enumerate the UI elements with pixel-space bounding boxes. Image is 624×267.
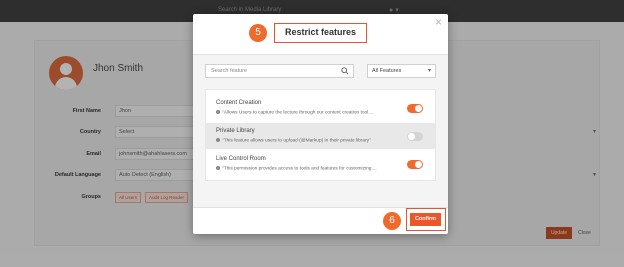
feature-list: Content Creation "Allows Users to captur… [205,89,436,181]
info-icon [216,138,220,142]
close-icon[interactable]: × [435,16,442,28]
feature-description: "This feature allows users to upload (@M… [216,138,371,143]
step-marker-6: 6 [383,212,401,230]
feature-title: Live Control Room [216,156,266,162]
feature-filter-select[interactable]: All Features ▾ [367,64,436,78]
chevron-down-icon: ▾ [427,68,431,74]
feature-content-creation: Content Creation "Allows Users to captur… [206,95,435,121]
feature-title: Content Creation [216,100,262,106]
info-icon [216,166,220,170]
feature-search[interactable] [205,64,354,78]
feature-description: "This permission provides access to tool… [216,166,377,171]
confirm-button[interactable]: Confirm [410,213,441,226]
feature-description: "Allows Users to capture the lecture thr… [216,110,374,115]
feature-toggle[interactable] [407,132,423,141]
step-marker-5: 5 [249,24,267,42]
filter-selected-value: All Features [372,68,402,74]
search-icon [341,67,349,75]
search-input[interactable] [206,65,336,77]
feature-private-library: Private Library "This feature allows use… [206,123,435,149]
feature-toggle[interactable] [407,160,423,169]
feature-title: Private Library [216,128,255,134]
info-icon [216,110,220,114]
feature-toggle[interactable] [407,104,423,113]
modal-title: Restrict features [274,23,367,43]
restrict-features-modal: × 5 Restrict features All Features ▾ Con… [193,14,448,234]
confirm-highlight: Confirm [406,208,446,231]
feature-live-control-room: Live Control Room "This permission provi… [206,151,435,177]
